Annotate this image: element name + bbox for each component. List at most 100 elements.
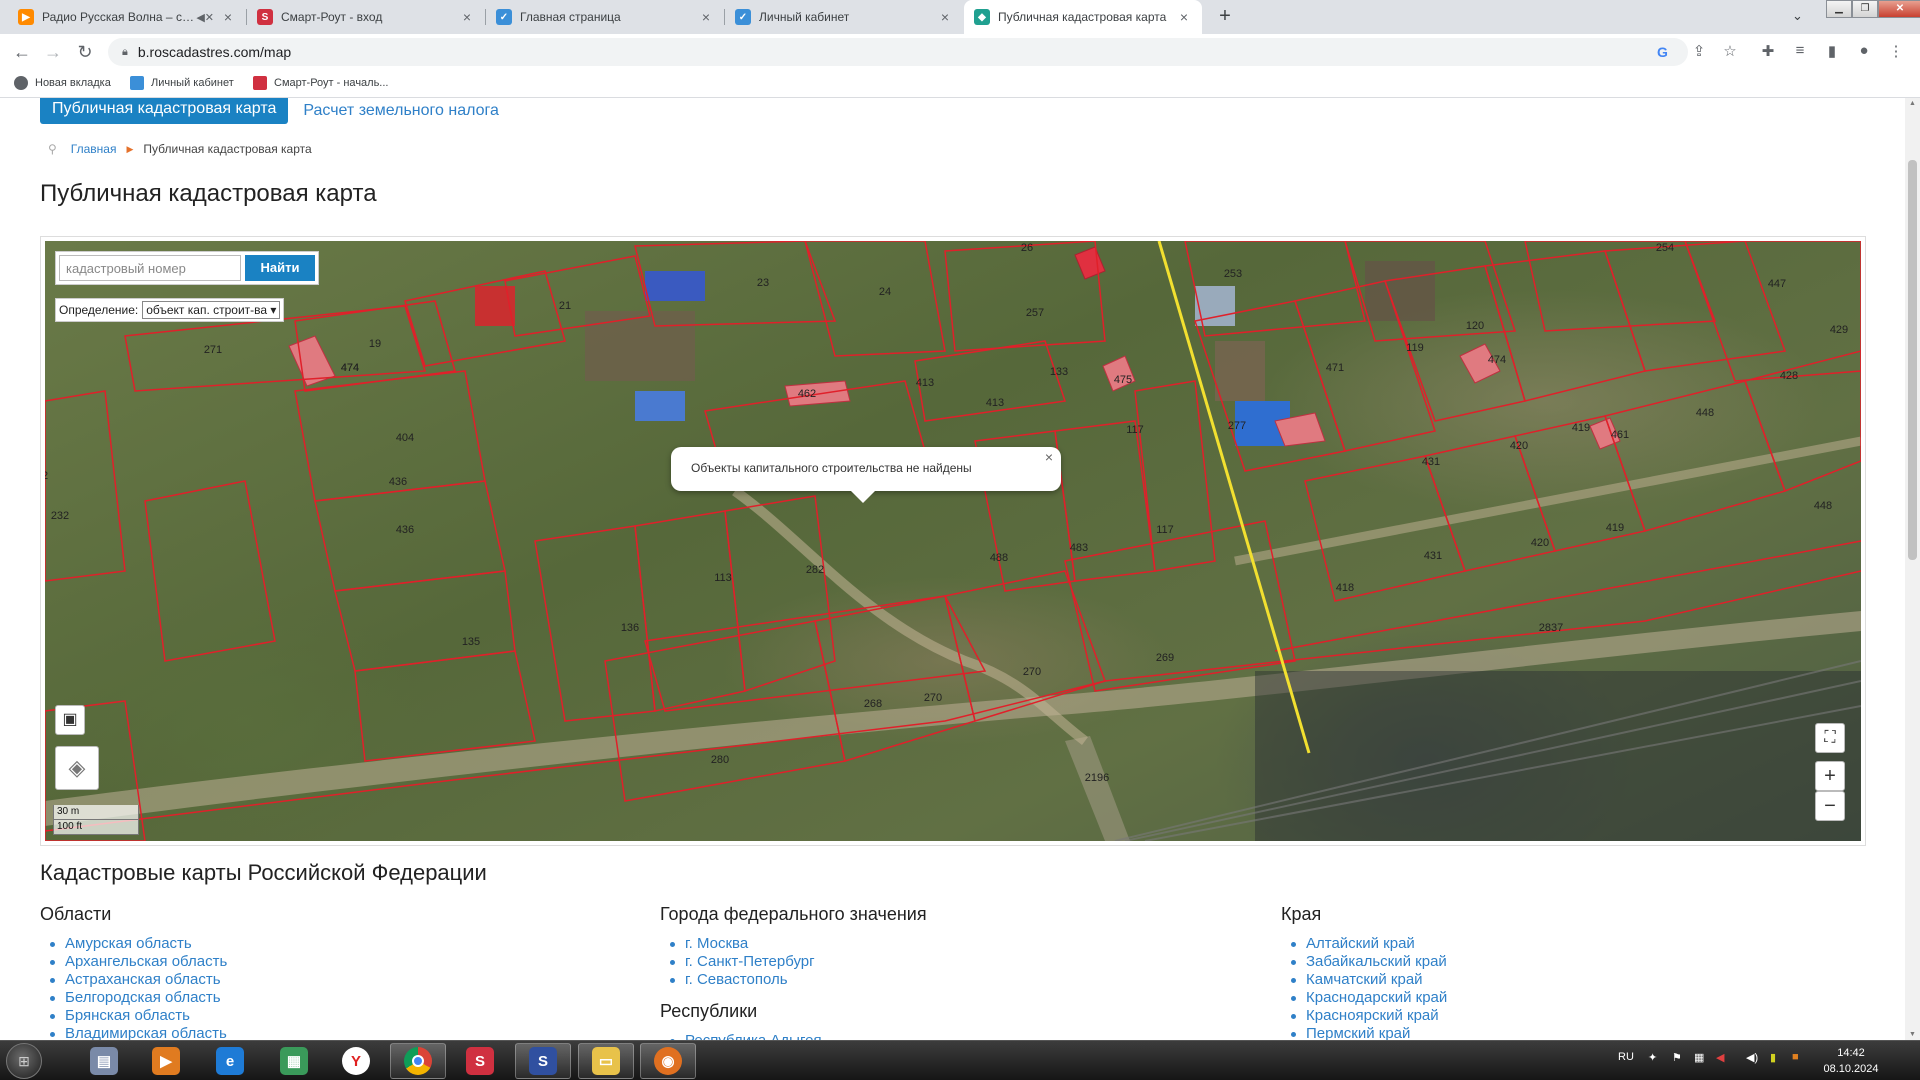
reload-icon[interactable]: ↻ bbox=[73, 40, 97, 64]
lot-number-label[interactable]: 447 bbox=[1768, 278, 1786, 290]
lot-number-label[interactable]: 24 bbox=[879, 286, 891, 298]
lot-number-label[interactable]: 120 bbox=[1466, 320, 1484, 332]
lot-number-label[interactable]: 23 bbox=[757, 277, 769, 289]
fullscreen-icon[interactable]: ⛶ bbox=[1815, 723, 1845, 753]
lot-number-label[interactable]: 268 bbox=[864, 698, 882, 710]
lot-number-label[interactable]: 448 bbox=[1696, 407, 1714, 419]
region-link[interactable]: Краснодарский край bbox=[1281, 989, 1447, 1007]
lot-number-label[interactable]: 471 bbox=[1326, 362, 1344, 374]
forward-arrow-icon[interactable]: → bbox=[41, 40, 65, 64]
region-link[interactable]: г. Москва bbox=[660, 935, 927, 953]
close-tab-icon[interactable]: × bbox=[698, 9, 714, 25]
lot-number-label[interactable]: 483 bbox=[1070, 542, 1088, 554]
taskbar-app-ie[interactable]: e bbox=[202, 1043, 258, 1079]
share-icon[interactable]: ⇪ bbox=[1689, 42, 1709, 60]
region-link[interactable]: г. Санкт-Петербург bbox=[660, 953, 927, 971]
lot-number-label[interactable]: 270 bbox=[924, 692, 942, 704]
taskbar-app-yandex[interactable]: Y bbox=[328, 1043, 384, 1079]
new-tab-button[interactable]: + bbox=[1213, 5, 1237, 29]
region-link[interactable]: Архангельская область bbox=[40, 953, 227, 971]
select-area-icon[interactable]: ▣ bbox=[55, 705, 85, 735]
close-tab-icon[interactable]: × bbox=[937, 9, 953, 25]
scrollbar-thumb[interactable] bbox=[1908, 160, 1917, 560]
page-scrollbar[interactable]: ▲ ▼ bbox=[1905, 98, 1920, 1040]
taskbar-app-network[interactable]: ▦ bbox=[266, 1043, 322, 1079]
lot-number-label[interactable]: 404 bbox=[396, 432, 414, 444]
region-link[interactable]: Камчатский край bbox=[1281, 971, 1447, 989]
speaker-muted-icon[interactable]: ◀✕ bbox=[196, 11, 214, 24]
close-tab-icon[interactable]: × bbox=[459, 9, 475, 25]
lot-number-label[interactable]: 2196 bbox=[1085, 772, 1109, 784]
profile-avatar-icon[interactable]: ● bbox=[1854, 42, 1874, 59]
tab-smartroute[interactable]: S Смарт-Роут - вход × bbox=[247, 0, 485, 34]
lot-number-label[interactable]: 475 bbox=[1114, 374, 1132, 386]
tray-network-icon[interactable]: ▦ bbox=[1694, 1051, 1704, 1064]
region-link[interactable]: Амурская область bbox=[40, 935, 227, 953]
google-lens-icon[interactable]: G bbox=[1657, 44, 1668, 60]
tray-update-icon[interactable]: ■ bbox=[1792, 1051, 1799, 1063]
media-queue-icon[interactable]: ≡ bbox=[1790, 42, 1810, 59]
lot-number-label[interactable]: 136 bbox=[621, 622, 639, 634]
lot-number-label[interactable]: 488 bbox=[990, 552, 1008, 564]
taskbar-app-chrome[interactable] bbox=[390, 1043, 446, 1079]
lot-number-label[interactable]: 436 bbox=[389, 476, 407, 488]
lot-number-label[interactable]: 277 bbox=[1228, 420, 1246, 432]
lot-number-label[interactable]: 269 bbox=[1156, 652, 1174, 664]
region-link[interactable]: Астраханская область bbox=[40, 971, 227, 989]
lot-number-label[interactable]: 2 bbox=[45, 470, 48, 482]
lot-number-label[interactable]: 271 bbox=[204, 344, 222, 356]
lot-number-label[interactable]: 448 bbox=[1814, 500, 1832, 512]
tray-app-icon[interactable]: ✦ bbox=[1648, 1051, 1657, 1064]
taskbar-app-scanner[interactable]: ▤ bbox=[76, 1043, 132, 1079]
popup-close-icon[interactable]: × bbox=[1045, 449, 1053, 465]
lot-number-label[interactable]: 474 bbox=[341, 362, 359, 374]
lot-number-label[interactable]: 282 bbox=[806, 564, 824, 576]
language-indicator[interactable]: RU bbox=[1618, 1051, 1634, 1063]
breadcrumb-home-link[interactable]: Главная bbox=[71, 142, 117, 156]
lot-number-label[interactable]: 474 bbox=[1488, 354, 1506, 366]
lot-number-label[interactable]: 117 bbox=[1156, 524, 1174, 536]
close-tab-icon[interactable]: × bbox=[1176, 9, 1192, 25]
lot-number-label[interactable]: 135 bbox=[462, 636, 480, 648]
lot-number-label[interactable]: 431 bbox=[1422, 456, 1440, 468]
lot-number-label[interactable]: 253 bbox=[1224, 268, 1242, 280]
lot-number-label[interactable]: 413 bbox=[986, 397, 1004, 409]
lot-number-label[interactable]: 270 bbox=[1023, 666, 1041, 678]
taskbar-app-smartroute[interactable]: S bbox=[452, 1043, 508, 1079]
volume-icon[interactable]: ◀) bbox=[1746, 1051, 1758, 1064]
taskbar-app-smartroute-2[interactable]: S bbox=[515, 1043, 571, 1079]
region-link[interactable]: Республика Адыгея bbox=[660, 1032, 927, 1040]
lot-number-label[interactable]: 462 bbox=[798, 388, 816, 400]
nav-land-tax[interactable]: Расчет земельного налога bbox=[303, 100, 499, 122]
region-link[interactable]: Владимирская область bbox=[40, 1025, 227, 1040]
lot-number-label[interactable]: 428 bbox=[1780, 370, 1798, 382]
scroll-down-arrow-icon[interactable]: ▼ bbox=[1908, 1031, 1917, 1038]
lot-number-label[interactable]: 419 bbox=[1606, 522, 1624, 534]
taskbar-app-explorer[interactable]: ▭ bbox=[578, 1043, 634, 1079]
tab-search-chevron-icon[interactable]: ⌄ bbox=[1792, 8, 1803, 24]
bookmark-star-icon[interactable]: ☆ bbox=[1720, 42, 1740, 60]
window-close-button[interactable]: ✕ bbox=[1878, 0, 1920, 18]
lot-number-label[interactable]: 2837 bbox=[1539, 622, 1563, 634]
region-link[interactable]: Пермский край bbox=[1281, 1025, 1447, 1040]
tab-home[interactable]: ✓ Главная страница × bbox=[486, 0, 724, 34]
region-link[interactable]: Белгородская область bbox=[40, 989, 227, 1007]
taskbar-app-media[interactable]: ▶ bbox=[138, 1043, 194, 1079]
lot-number-label[interactable]: 420 bbox=[1510, 440, 1528, 452]
lot-number-label[interactable]: 133 bbox=[1050, 366, 1068, 378]
lot-number-label[interactable]: 413 bbox=[916, 377, 934, 389]
region-link[interactable]: Красноярский край bbox=[1281, 1007, 1447, 1025]
building-object[interactable] bbox=[1074, 246, 1106, 280]
cadastral-map[interactable]: 26 254 23 24 253 447 21 429 257 120 271 19 119 471 474… bbox=[45, 241, 1861, 841]
close-tab-icon[interactable]: × bbox=[220, 9, 236, 25]
tray-warning-icon[interactable]: ◀ bbox=[1716, 1051, 1724, 1064]
back-arrow-icon[interactable]: ← bbox=[10, 40, 34, 64]
lot-number-label[interactable]: 26 bbox=[1021, 242, 1033, 254]
layers-icon[interactable]: ◈ bbox=[55, 746, 99, 790]
scroll-up-arrow-icon[interactable]: ▲ bbox=[1908, 100, 1917, 107]
zoom-out-button[interactable]: − bbox=[1815, 791, 1845, 821]
start-button[interactable]: ⊞ bbox=[6, 1043, 42, 1079]
tab-radio[interactable]: ▶ Радио Русская Волна – слушать ◀✕ × bbox=[8, 0, 246, 34]
lot-number-label[interactable]: 257 bbox=[1026, 307, 1044, 319]
lot-number-label[interactable]: 436 bbox=[396, 524, 414, 536]
